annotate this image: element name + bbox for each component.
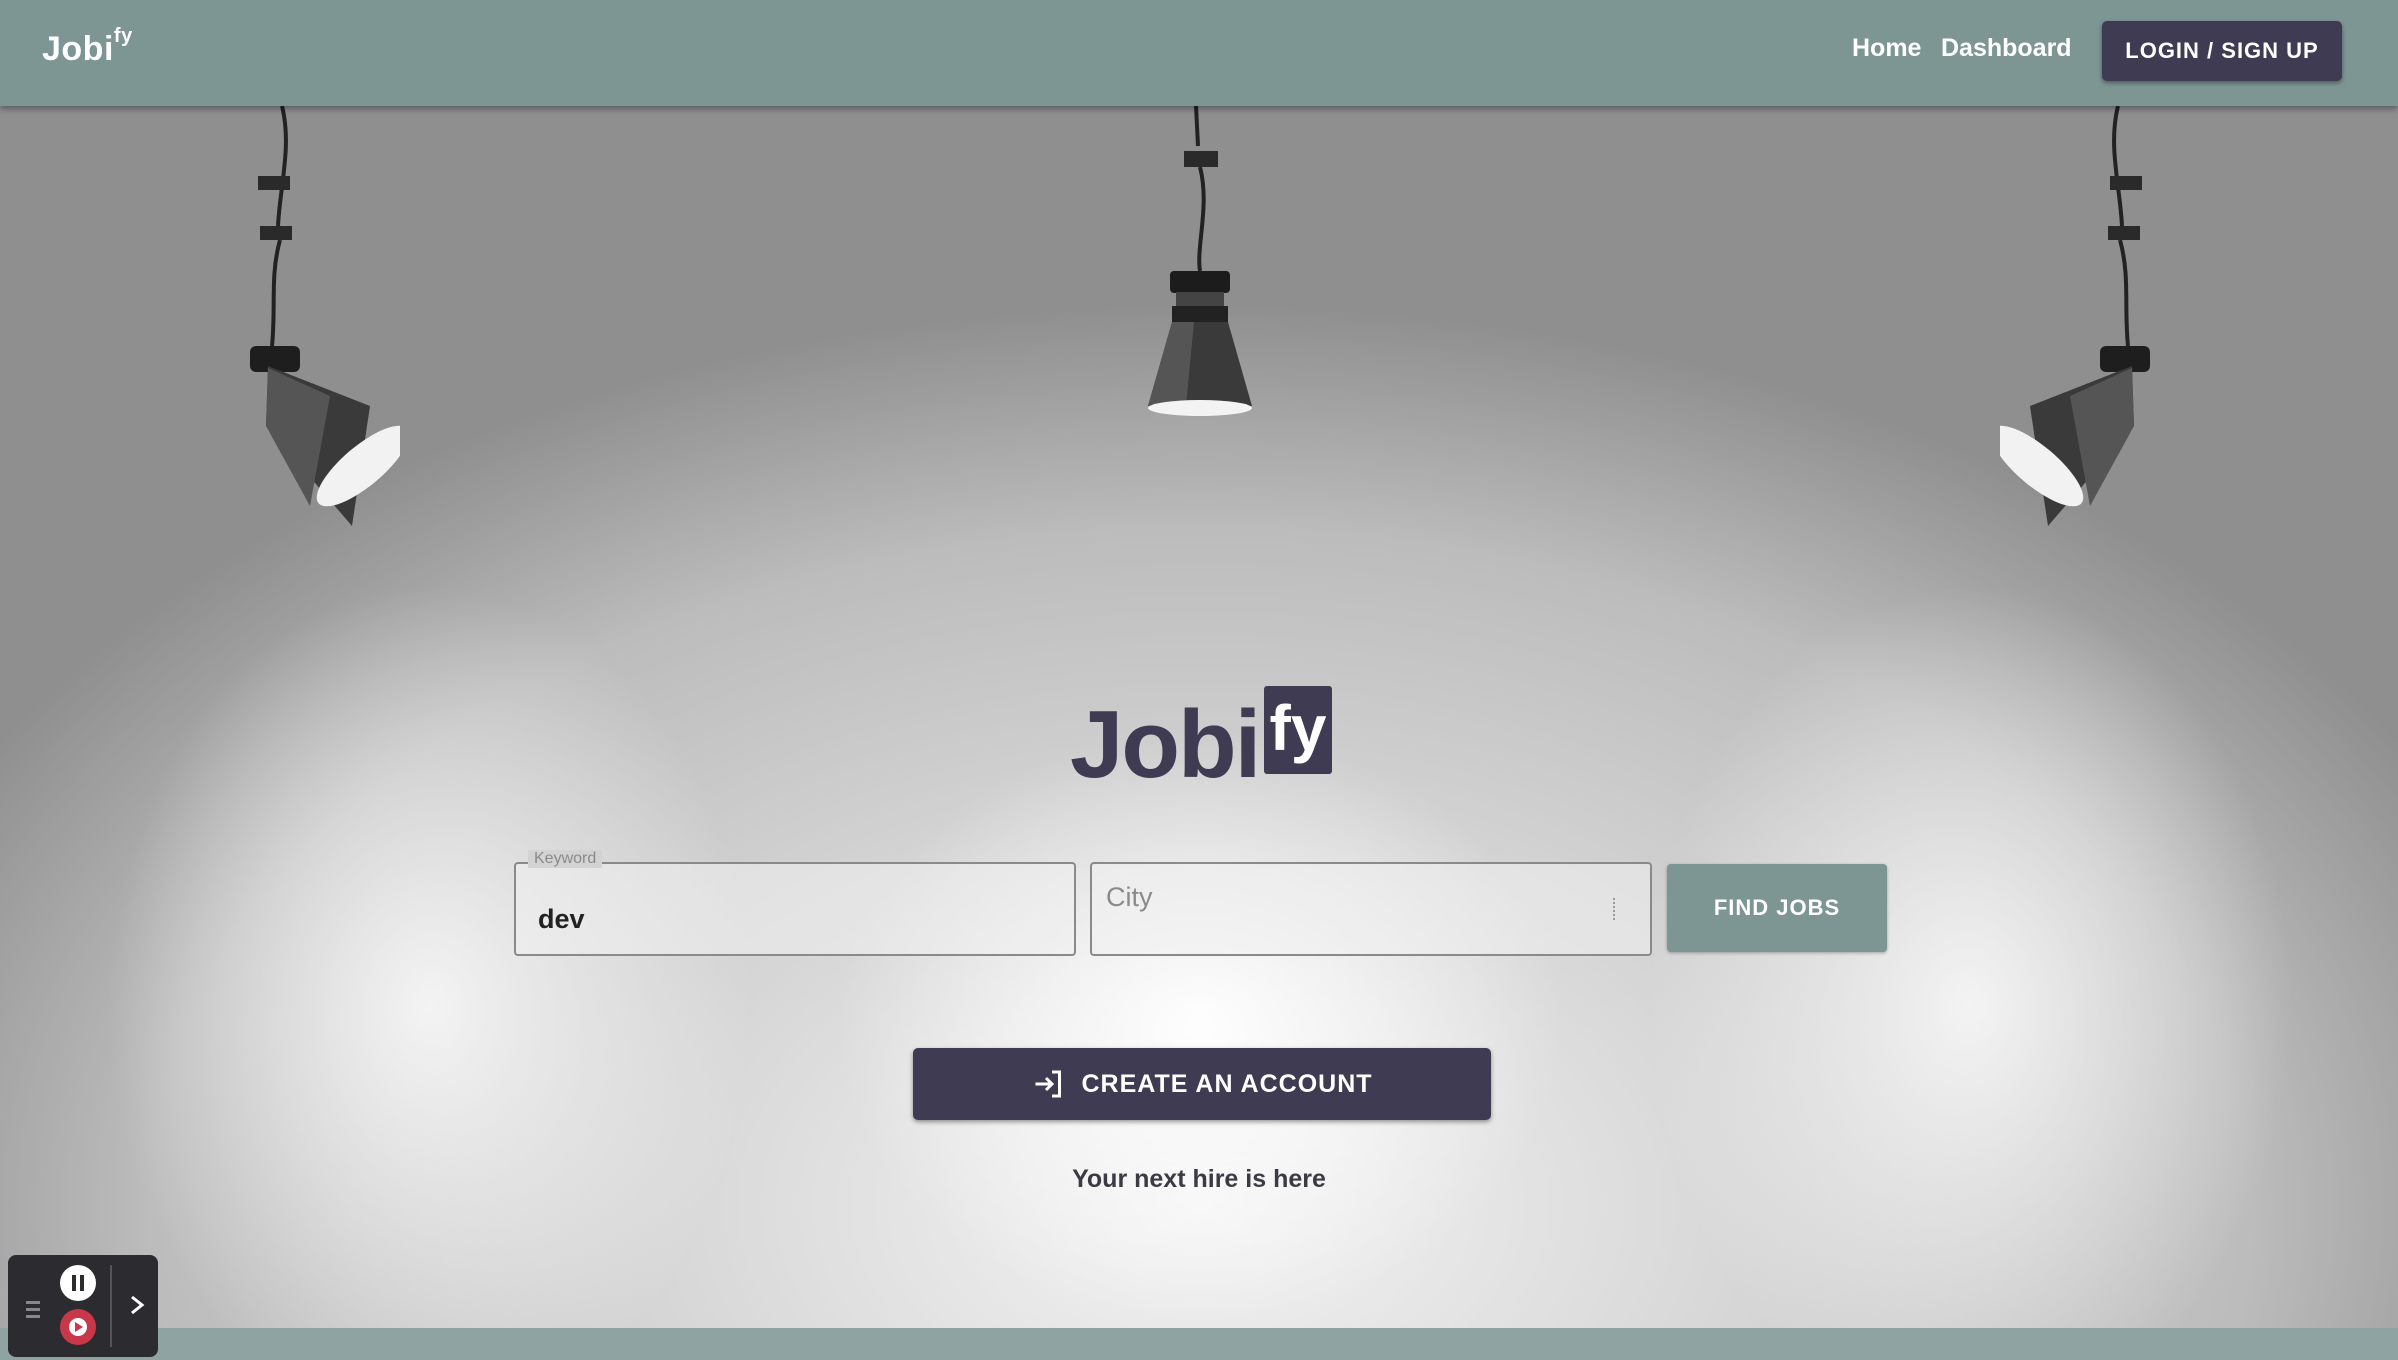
recorder-widget (8, 1255, 158, 1357)
keyword-input[interactable] (516, 864, 1074, 954)
top-nav-bar: Jobify Home Dashboard LOGIN / SIGN UP (0, 0, 2398, 106)
nav-home-link[interactable]: Home (1852, 34, 1921, 63)
hero-section: Jobi fy (0, 106, 2398, 1328)
chevron-right-icon[interactable] (122, 1285, 152, 1325)
login-signup-button[interactable]: LOGIN / SIGN UP (2102, 21, 2342, 81)
create-account-button[interactable]: CREATE AN ACCOUNT (913, 1048, 1491, 1120)
pause-icon[interactable] (60, 1265, 96, 1301)
hero-logo-text: Jobi (1070, 691, 1261, 798)
brand-superscript: fy (113, 24, 133, 47)
keyword-field[interactable]: Keyword (514, 850, 1076, 956)
spotlight-lamp-icon (1148, 106, 1252, 416)
tagline: Your next hire is here (1072, 1165, 1326, 1193)
create-account-label: CREATE AN ACCOUNT (1081, 1069, 1373, 1098)
grip-icon[interactable] (26, 1299, 40, 1321)
brand-name: Jobi (42, 30, 114, 68)
nav-dashboard-link[interactable]: Dashboard (1941, 34, 2072, 63)
spotlight-lamp-icon (250, 106, 400, 526)
login-arrow-icon (1035, 1070, 1062, 1098)
record-icon[interactable] (60, 1309, 96, 1345)
hero-logo-badge: fy (1264, 686, 1332, 774)
find-jobs-button[interactable]: FIND JOBS (1667, 864, 1887, 952)
city-field[interactable] (1090, 862, 1652, 956)
spotlight-lamp-icon (2000, 106, 2150, 526)
city-input[interactable] (1092, 864, 1650, 954)
recorder-divider (110, 1265, 112, 1347)
bottom-bar (0, 1328, 2398, 1360)
brand-logo[interactable]: Jobify (42, 25, 133, 69)
city-dropdown-handle[interactable] (1613, 898, 1616, 920)
